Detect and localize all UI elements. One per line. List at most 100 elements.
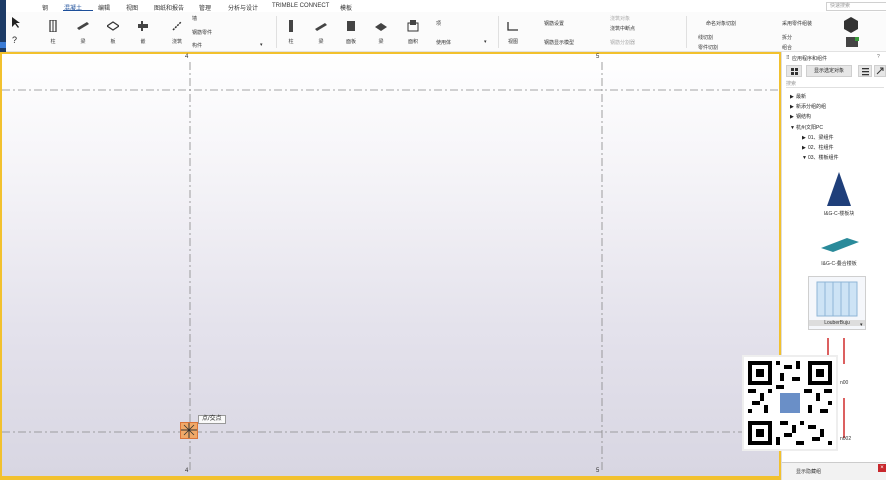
list-icon — [862, 68, 869, 76]
rebar-part-tool[interactable]: 钢筋零件 — [192, 29, 212, 36]
tree-item-label: 02、柱组件 — [808, 145, 834, 151]
snap-point-marker — [180, 422, 198, 439]
list-view-button[interactable] — [858, 65, 872, 77]
menu-bar: 钢 混凝土 编辑 视图 图纸和报告 管理 分析与设计 TRIMBLE CONNE… — [6, 0, 886, 12]
embed-button[interactable]: 嵌 — [130, 20, 156, 45]
panel-toolbar: 显示选定对象 — [786, 65, 886, 77]
tab-drawings[interactable]: 图纸和报告 — [154, 3, 184, 12]
slab-label: 板 — [110, 39, 116, 45]
expand-button[interactable] — [874, 65, 886, 77]
ribbon-separator — [276, 16, 277, 48]
pour-object-tool[interactable]: 浇筑对象 — [610, 15, 630, 22]
rebar-settings-tool[interactable]: 钢筋设置 — [544, 20, 564, 27]
rebar-display-tool[interactable]: 钢筋显示模型 — [544, 39, 574, 46]
tab-steel[interactable]: 钢 — [42, 3, 48, 12]
area-button[interactable]: 面积 — [400, 20, 426, 45]
svg-text:?: ? — [12, 35, 17, 45]
beam2-icon — [315, 23, 327, 31]
component-louver[interactable]: LouberBuju — [808, 276, 866, 330]
tree-item-column-components[interactable]: ▶ 02、柱组件 — [802, 144, 834, 151]
wall-tool[interactable]: 墙 — [192, 15, 197, 22]
column-button[interactable]: 柱 — [40, 20, 66, 45]
part-cut-tool[interactable]: 零件切割 — [698, 44, 718, 51]
pour-break-tool[interactable]: 浇筑中断点 — [610, 25, 635, 32]
ribbon-separator — [686, 16, 687, 48]
object-cut-tool[interactable]: 命名对象切割 — [706, 20, 736, 27]
help-icon[interactable]: ? — [877, 54, 880, 60]
component-label: I&G-C-楼板块 — [823, 211, 855, 217]
solid-dropdown[interactable]: ▾ — [484, 39, 487, 45]
line-cut-tool[interactable]: 线切割 — [698, 34, 713, 41]
slab-button[interactable]: 板 — [100, 20, 126, 45]
combine-tool[interactable]: 组合 — [782, 44, 792, 51]
triangle-icon — [827, 172, 851, 206]
tab-edit[interactable]: 编辑 — [98, 3, 110, 12]
grid-label-bottom-5: 5 — [596, 468, 600, 474]
snap-tooltip: 点/交点 — [198, 415, 226, 424]
show-hidden-groups-link[interactable]: 显示隐藏组 — [796, 468, 821, 475]
tree-item-label: 03、楼板组件 — [808, 155, 839, 161]
ribbon-separator — [498, 16, 499, 48]
column2-button[interactable]: 柱 — [278, 20, 304, 45]
pour-icon — [172, 21, 182, 31]
beam3-icon — [375, 23, 387, 31]
tree-item-recent[interactable]: ▶ 最新 — [790, 93, 806, 100]
ribbon-toolbar: ? 柱 梁 板 嵌 浇筑 墙 钢筋零件 构件 ▾ 柱 梁 面板 梁 面积 项 使… — [6, 12, 886, 52]
show-selected-button[interactable]: 显示选定对象 — [806, 65, 852, 77]
column-label: 柱 — [50, 39, 56, 45]
tab-templates[interactable]: 模板 — [340, 3, 352, 12]
tree-item-label: 杭州文阳PC — [796, 125, 823, 131]
component-slab-block[interactable]: I&G-C-楼板块 — [804, 170, 874, 217]
slab-icon — [107, 21, 119, 31]
tree-item-beam-components[interactable]: ▶ 01、梁组件 — [802, 134, 834, 141]
rebar-splitter-tool[interactable]: 钢筋分割器 — [610, 39, 635, 46]
label-n002: n002 — [840, 436, 852, 442]
parts-group-tool[interactable]: 采用零件组装 — [782, 20, 812, 27]
view-label: 视图 — [507, 39, 518, 45]
component-label: I&G-C-叠合楼板 — [821, 261, 857, 267]
view-button[interactable]: 视图 — [500, 20, 526, 45]
split-tool[interactable]: 拆分 — [782, 34, 792, 41]
select-arrow-icon[interactable]: ? — [10, 15, 22, 45]
tree-item-slab-components[interactable]: ▼03、楼板组件 — [802, 154, 839, 161]
view-icon — [507, 22, 518, 31]
embed-icon — [138, 21, 148, 31]
tab-analysis[interactable]: 分析与设计 — [228, 3, 258, 12]
qr-code-icon — [744, 357, 836, 449]
tab-view[interactable]: 视图 — [126, 3, 138, 12]
panel-button[interactable]: 面板 — [338, 20, 364, 45]
model-viewport[interactable]: 4 5 4 5 — [0, 52, 781, 478]
tab-trimble-connect[interactable]: TRIMBLE CONNECT — [272, 3, 329, 9]
beam3-label: 梁 — [378, 39, 384, 45]
pour-button[interactable]: 浇筑 — [164, 20, 190, 45]
component-dropdown[interactable]: ▾ — [260, 42, 263, 48]
item-tool[interactable]: 项 — [436, 20, 441, 27]
tree-item-label: 钢结构 — [796, 114, 812, 120]
panel-label: 面板 — [345, 39, 356, 45]
component-composite-slab[interactable]: I&G-C-叠合楼板 — [804, 228, 874, 267]
solid-tool[interactable]: 使用体 — [436, 39, 451, 46]
beam3-button[interactable]: 梁 — [368, 20, 394, 45]
panel-grip-icon: ⠿ — [786, 55, 790, 61]
tree-item-steel[interactable]: ▶ 钢结构 — [790, 113, 811, 120]
tab-manage[interactable]: 管理 — [199, 3, 211, 12]
column2-icon — [289, 20, 293, 32]
grid-label-bottom-4: 4 — [185, 468, 189, 474]
close-icon[interactable]: × — [878, 464, 886, 472]
quick-search-input[interactable]: 快速搜索 — [826, 2, 886, 11]
component-search-input[interactable]: 搜索 — [786, 80, 884, 88]
grid-label-top-5: 5 — [596, 54, 600, 60]
grid-label-top-4: 4 — [185, 54, 189, 60]
tree-item-hangzhou-pc[interactable]: ▼杭州文阳PC — [790, 124, 823, 131]
expand-icon — [876, 67, 884, 75]
crosshair-icon — [181, 423, 197, 438]
component-dropdown-icon[interactable]: ▾ — [860, 322, 863, 328]
beam-button[interactable]: 梁 — [70, 20, 96, 45]
extra-tools-icon[interactable] — [842, 15, 872, 49]
beam2-button[interactable]: 梁 — [308, 20, 334, 45]
tree-item-new-group[interactable]: ▶ 新添分组的组 — [790, 103, 826, 110]
column2-label: 柱 — [288, 39, 294, 45]
component-tool[interactable]: 构件 — [192, 42, 202, 49]
grid-lines — [2, 62, 779, 470]
grid-view-button[interactable] — [786, 65, 802, 77]
